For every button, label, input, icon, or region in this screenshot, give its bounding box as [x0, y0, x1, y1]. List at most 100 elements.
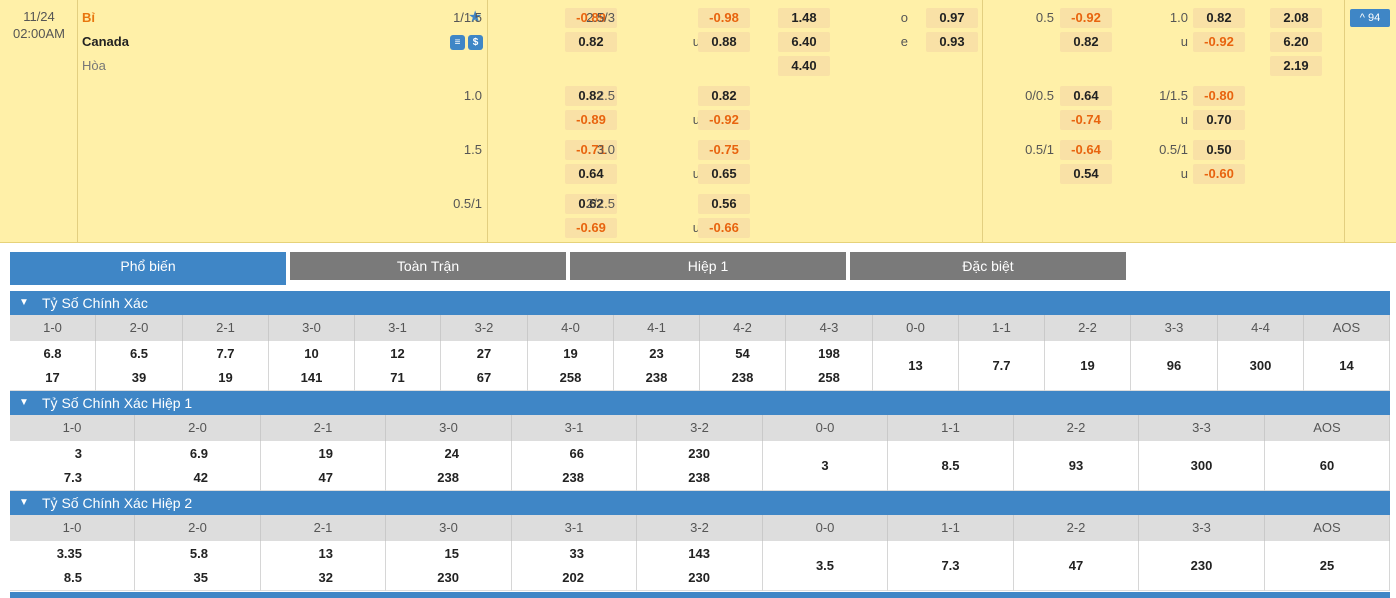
odds-value[interactable]: 0.70	[1193, 110, 1245, 130]
draw-score-odd: 3	[821, 458, 829, 473]
home-score-odd: 54	[735, 346, 750, 361]
away-score-odd: 7.3	[63, 470, 82, 485]
home-score-odd: 198	[818, 346, 840, 361]
score-odds-cell[interactable]: 93	[1014, 441, 1139, 491]
score-odds-cell[interactable]: 230	[1139, 541, 1265, 591]
odds-value[interactable]: 0.65	[698, 164, 750, 184]
odds-value[interactable]: 0.82	[1193, 8, 1245, 28]
odds-value[interactable]: -0.66	[698, 218, 750, 238]
odds-value[interactable]: 0.64	[1060, 86, 1112, 106]
score-odds-cell[interactable]: 66 238	[512, 441, 637, 491]
match-datetime: 11/24 02:00AM	[0, 8, 78, 42]
away-team[interactable]: Canada	[82, 32, 129, 52]
odds-value[interactable]: 6.20	[1270, 32, 1322, 52]
odds-value[interactable]: 0.50	[1193, 140, 1245, 160]
score-odds-cell[interactable]: 96	[1131, 341, 1218, 391]
odds-value[interactable]: -0.89	[565, 110, 617, 130]
score-odds-cell[interactable]: 13 32	[261, 541, 386, 591]
score-label: 2-1	[261, 515, 386, 541]
handicap-line: 1/1.5	[453, 10, 482, 25]
tab-first-half[interactable]: Hiệp 1	[570, 252, 846, 280]
score-odds-cell[interactable]: 7.7 19	[183, 341, 269, 391]
section-title: Tỷ Số Chính Xác Hiệp 2	[42, 495, 193, 511]
score-odds-cell[interactable]: 24 238	[386, 441, 512, 491]
section-header[interactable]: ▼ Tỷ Số Chính Xác	[10, 291, 1390, 315]
odds-value[interactable]: 0.54	[1060, 164, 1112, 184]
score-odds-cell[interactable]: 6.5 39	[96, 341, 183, 391]
score-odds-cell[interactable]: 13	[873, 341, 959, 391]
away-score-odd: 141	[300, 370, 323, 385]
score-odds-cell[interactable]: 6.8 17	[10, 341, 96, 391]
score-odds-cell[interactable]: 300	[1139, 441, 1265, 491]
score-odds-cell[interactable]: 5.8 35	[135, 541, 261, 591]
score-odds-cell[interactable]: 6.9 42	[135, 441, 261, 491]
odds-value[interactable]: -0.64	[1060, 140, 1112, 160]
home-score-odd: 24	[444, 446, 459, 461]
odds-value[interactable]: 0.82	[1060, 32, 1112, 52]
tab-popular[interactable]: Phổ biến	[10, 252, 286, 285]
odds-value[interactable]: -0.75	[698, 140, 750, 160]
odds-value[interactable]: -0.92	[1060, 8, 1112, 28]
next-section-header[interactable]	[10, 592, 1390, 598]
odds-value[interactable]: 1.48	[778, 8, 830, 28]
score-label: 3-2	[637, 415, 763, 441]
away-score-odd: 19	[218, 370, 233, 385]
odds-value[interactable]: 2.08	[1270, 8, 1322, 28]
score-odds-cell[interactable]: 230 238	[637, 441, 763, 491]
more-markets-button[interactable]: ^ 94	[1350, 9, 1390, 27]
score-odds-cell[interactable]: 300	[1218, 341, 1304, 391]
odds-value[interactable]: 2.19	[1270, 56, 1322, 76]
score-odds-cell[interactable]: 47	[1014, 541, 1139, 591]
score-odds-cell[interactable]: 3	[763, 441, 888, 491]
odds-value[interactable]: 6.40	[778, 32, 830, 52]
stats-icon[interactable]: ≡	[450, 35, 465, 50]
tab-full-match[interactable]: Toàn Trận	[290, 252, 566, 280]
score-odds-cell[interactable]: 12 71	[355, 341, 441, 391]
score-odds-cell[interactable]: 3 7.3	[10, 441, 135, 491]
odds-value[interactable]: -0.74	[1060, 110, 1112, 130]
score-odds-cell[interactable]: 8.5	[888, 441, 1014, 491]
odds-value[interactable]: -0.92	[1193, 32, 1245, 52]
odds-value[interactable]: 0.82	[565, 32, 617, 52]
odds-value[interactable]: 0.56	[698, 194, 750, 214]
odds-value[interactable]: -0.80	[1193, 86, 1245, 106]
score-odds-cell[interactable]: 23 238	[614, 341, 700, 391]
odds-value[interactable]: 0.93	[926, 32, 978, 52]
score-odds-cell[interactable]: 54 238	[700, 341, 786, 391]
score-label: AOS	[1265, 515, 1390, 541]
score-odds-cell[interactable]: 7.7	[959, 341, 1045, 391]
odds-value[interactable]: 0.82	[698, 86, 750, 106]
under-label: u	[692, 166, 700, 181]
odds-value[interactable]: -0.60	[1193, 164, 1245, 184]
score-odds-cell[interactable]: 198 258	[786, 341, 873, 391]
score-odds-cell[interactable]: 3.5	[763, 541, 888, 591]
dollar-icon[interactable]: $	[468, 35, 483, 50]
home-score-odd: 3	[74, 446, 82, 461]
score-label: 4-2	[700, 315, 786, 341]
odds-value[interactable]: -0.92	[698, 110, 750, 130]
score-odds-cell[interactable]: 60	[1265, 441, 1390, 491]
score-odds-cell[interactable]: 25	[1265, 541, 1390, 591]
score-odds-cell[interactable]: 14	[1304, 341, 1390, 391]
score-odds-cell[interactable]: 33 202	[512, 541, 637, 591]
home-team[interactable]: Bỉ	[82, 8, 95, 28]
odds-value[interactable]: 0.64	[565, 164, 617, 184]
score-odds-cell[interactable]: 15 230	[386, 541, 512, 591]
section-header[interactable]: ▼ Tỷ Số Chính Xác Hiệp 2	[10, 491, 1390, 515]
score-odds-cell[interactable]: 10 141	[269, 341, 355, 391]
odds-value[interactable]: -0.98	[698, 8, 750, 28]
score-odds-cell[interactable]: 19	[1045, 341, 1131, 391]
odds-value[interactable]: 4.40	[778, 56, 830, 76]
score-odds-cell[interactable]: 7.3	[888, 541, 1014, 591]
score-odds-cell[interactable]: 3.35 8.5	[10, 541, 135, 591]
section-header[interactable]: ▼ Tỷ Số Chính Xác Hiệp 1	[10, 391, 1390, 415]
odds-value[interactable]: -0.69	[565, 218, 617, 238]
score-odds-cell[interactable]: 19 47	[261, 441, 386, 491]
handicap-line: 1.5	[463, 142, 482, 157]
score-odds-cell[interactable]: 143 230	[637, 541, 763, 591]
score-odds-cell[interactable]: 19 258	[528, 341, 614, 391]
odds-value[interactable]: 0.88	[698, 32, 750, 52]
odds-value[interactable]: 0.97	[926, 8, 978, 28]
tab-special[interactable]: Đặc biệt	[850, 252, 1126, 280]
score-odds-cell[interactable]: 27 67	[441, 341, 528, 391]
